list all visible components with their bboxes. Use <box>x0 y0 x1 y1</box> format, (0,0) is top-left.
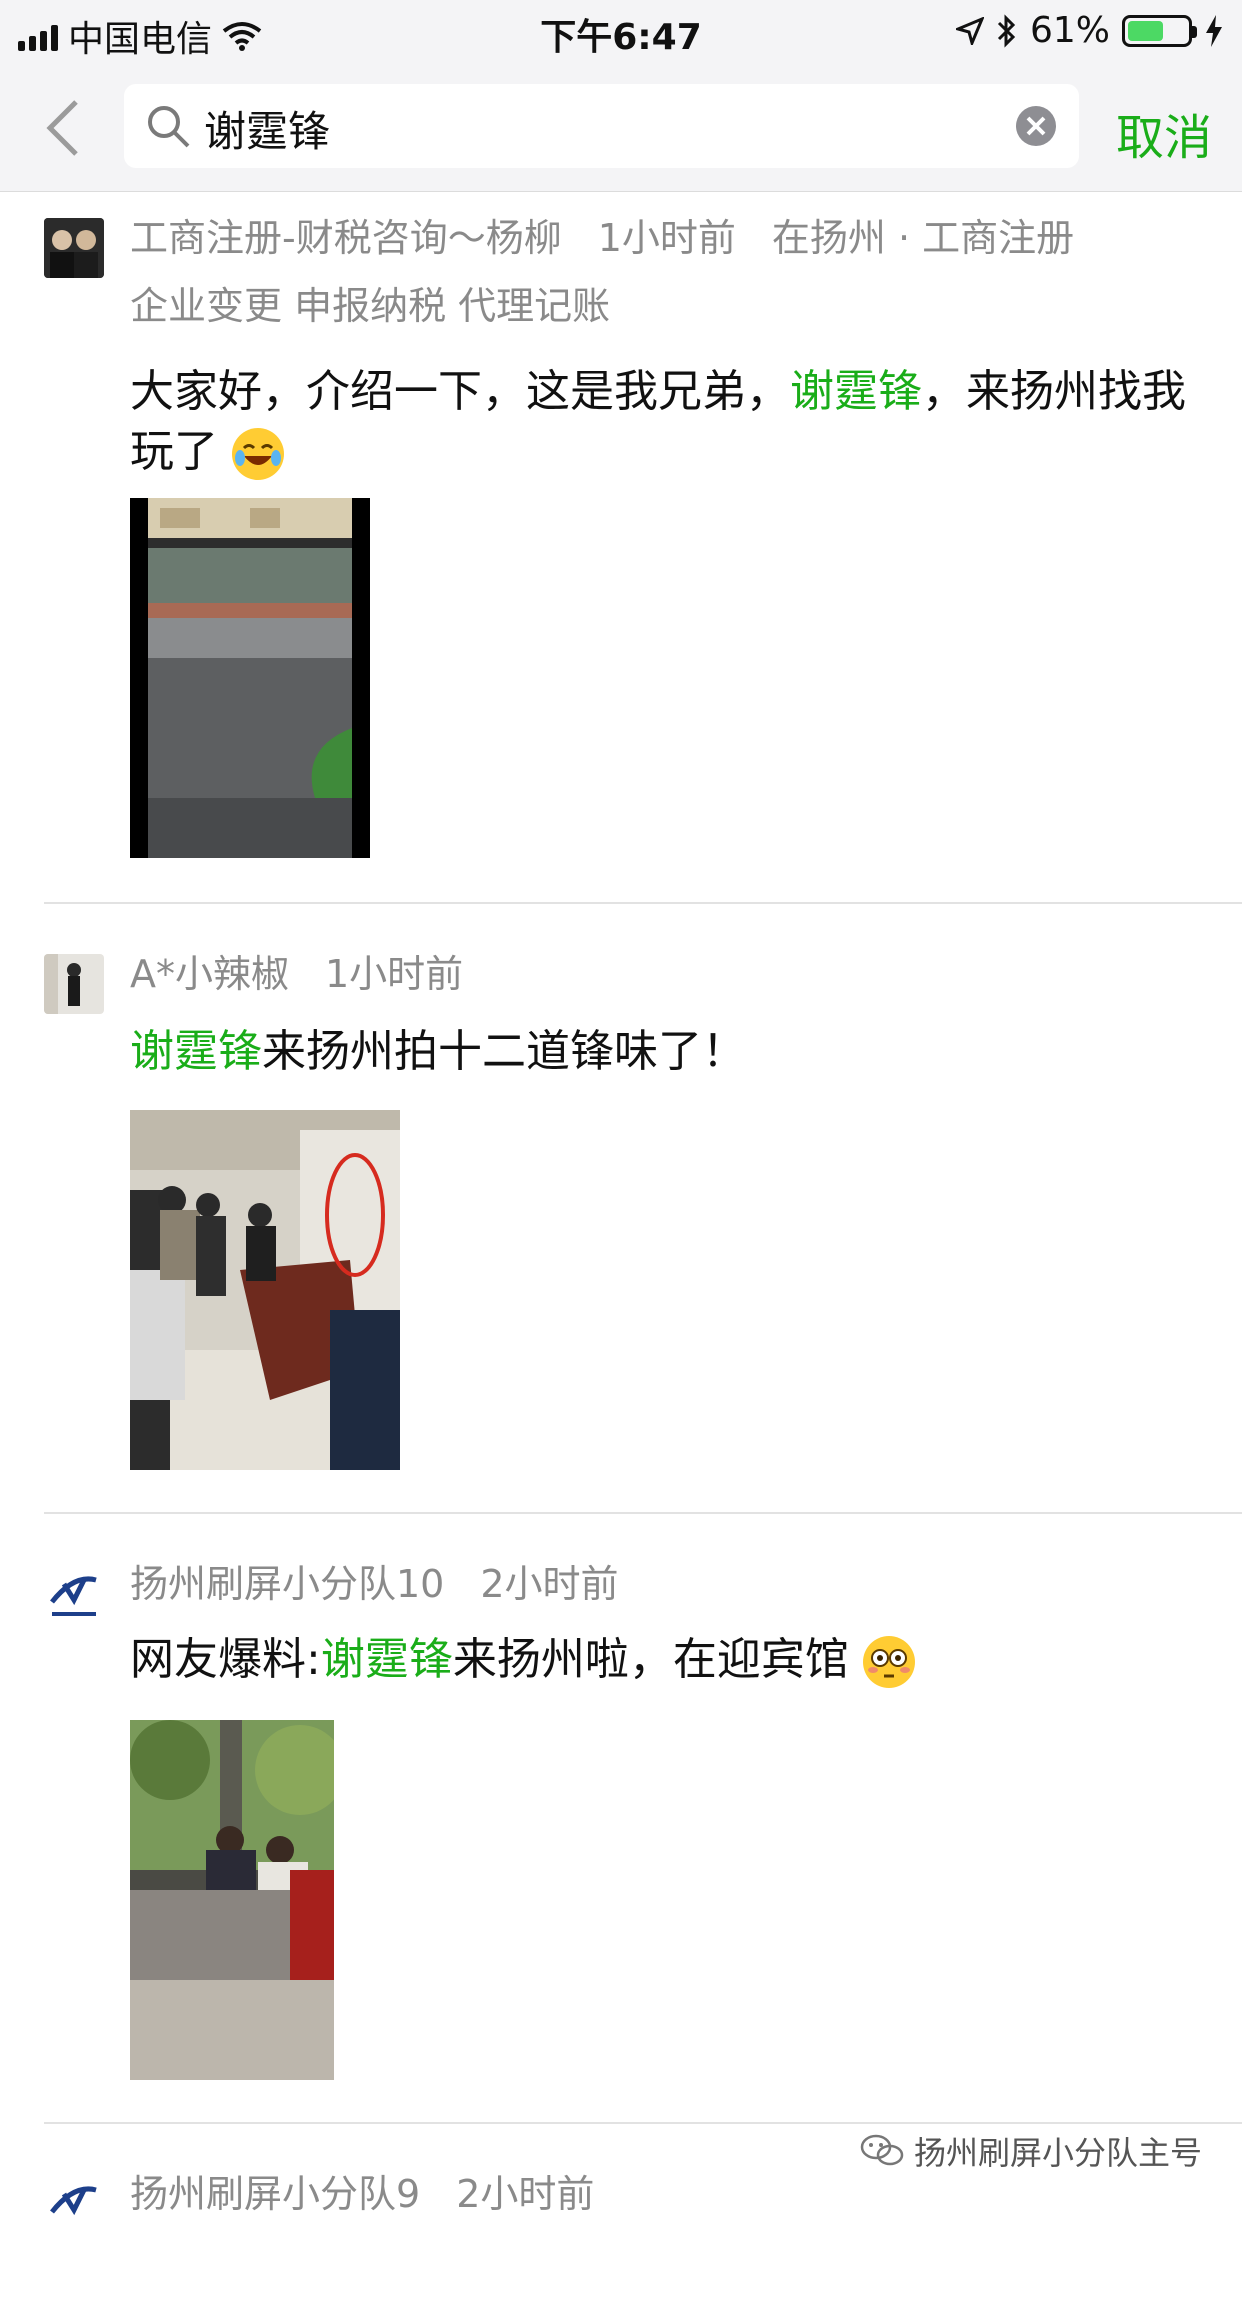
keyword-highlight: 谢霆锋 <box>790 366 922 417</box>
avatar[interactable] <box>44 2174 104 2234</box>
avatar[interactable] <box>44 954 104 1014</box>
search-icon <box>148 106 190 148</box>
search-input[interactable]: 谢霆锋 <box>124 84 1079 168</box>
search-results-feed: 工商注册-财税咨询～杨柳 1小时前 在扬州 · 工商注册 企业变更 申报纳税 代理记… <box>0 192 1242 2324</box>
post-image[interactable] <box>130 498 370 858</box>
post-text: 谢霆锋来扬州拍十二道锋味了！ <box>130 1026 746 1077</box>
clear-icon[interactable] <box>1015 105 1057 147</box>
status-right: 61% <box>955 10 1224 51</box>
watermark: 扬州刷屏小分队主号 <box>860 2128 1202 2174</box>
avatar[interactable] <box>44 218 104 278</box>
moment-post[interactable]: A*小辣椒 1小时前 谢霆锋来扬州拍十二道锋味了！ <box>44 904 1242 1514</box>
post-time: 1小时前 <box>597 216 736 260</box>
keyword-highlight: 谢霆锋 <box>320 1634 453 1685</box>
watermark-text: 扬州刷屏小分队主号 <box>913 2134 1202 2172</box>
search-header: 谢霆锋 取消 <box>0 64 1242 192</box>
back-chevron-icon[interactable] <box>44 98 84 158</box>
keyword-highlight: 谢霆锋 <box>130 1026 262 1077</box>
post-time: 2小时前 <box>480 1562 619 1606</box>
post-meta: 工商注册-财税咨询～杨柳 1小时前 在扬州 · 工商注册 企业变更 申报纳税 代理记… <box>130 204 1192 340</box>
moment-post[interactable]: 工商注册-财税咨询～杨柳 1小时前 在扬州 · 工商注册 企业变更 申报纳税 代理记… <box>44 192 1242 904</box>
post-location[interactable]: 在扬州 · 工商注册 <box>772 216 1074 260</box>
author-name[interactable]: 扬州刷屏小分队9 <box>130 2172 420 2216</box>
post-image[interactable] <box>130 1720 334 2080</box>
avatar[interactable] <box>44 1564 104 1624</box>
battery-fill <box>1128 20 1164 41</box>
post-meta: 扬州刷屏小分队10 2小时前 <box>130 1550 1192 1618</box>
search-query[interactable]: 谢霆锋 <box>204 98 330 159</box>
battery-percent: 61% <box>1029 10 1110 51</box>
post-location-extra: 企业变更 申报纳税 代理记账 <box>130 284 611 328</box>
author-name[interactable]: A*小辣椒 <box>130 952 289 996</box>
post-time: 2小时前 <box>456 2172 595 2216</box>
bluetooth-icon <box>997 13 1016 48</box>
flushed-face-emoji <box>862 1636 915 1688</box>
post-meta: A*小辣椒 1小时前 <box>130 940 1192 1008</box>
post-text: 网友爆料:谢霆锋来扬州啦，在迎宾馆 <box>130 1630 1192 1690</box>
location-arrow-icon <box>955 16 984 45</box>
status-bar: 中国电信 下午6:47 61% <box>0 0 1242 64</box>
post-image[interactable] <box>130 1110 400 1470</box>
post-time: 1小时前 <box>325 952 464 996</box>
laughing-with-tears-emoji <box>232 428 284 480</box>
post-text: 大家好，介绍一下，这是我兄弟，谢霆锋，来扬州找我玩了 <box>130 362 1192 482</box>
battery-icon <box>1122 14 1197 47</box>
author-name[interactable]: 工商注册-财税咨询～杨柳 <box>130 216 562 260</box>
wechat-icon <box>860 2134 904 2166</box>
charging-bolt-icon <box>1206 14 1222 47</box>
cancel-button[interactable]: 取消 <box>1116 98 1212 168</box>
author-name[interactable]: 扬州刷屏小分队10 <box>130 1562 444 1606</box>
moment-post[interactable]: 扬州刷屏小分队10 2小时前 网友爆料:谢霆锋来扬州啦，在迎宾馆 <box>44 1514 1242 2124</box>
